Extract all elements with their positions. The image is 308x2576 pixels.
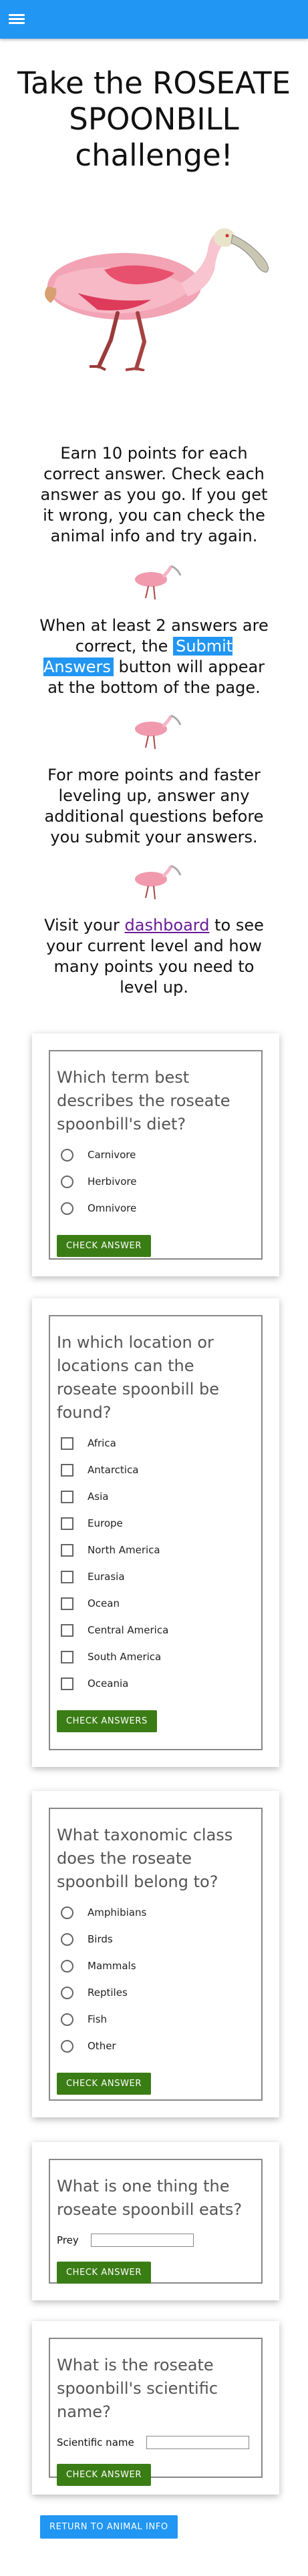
scientific-name-label: Scientific name [57,2436,134,2449]
option-other[interactable]: Other [57,2033,256,2059]
roseate-spoonbill-illustration [45,228,269,371]
question-card-prey: What is one thing the roseate spoonbill … [32,2142,279,2300]
option-fish[interactable]: Fish [57,2006,256,2033]
option-asia[interactable]: Asia [57,1483,256,1510]
page-title: Take the ROSEATE SPOONBILL challenge! [17,65,291,173]
option-birds[interactable]: Birds [57,1926,256,1953]
option-europe[interactable]: Europe [57,1510,256,1537]
radio-button[interactable] [61,1986,73,1999]
question-text: Which term best describes the roseate sp… [57,1068,230,1133]
checkbox[interactable] [61,1650,73,1663]
prey-input[interactable] [90,2234,194,2247]
checkbox[interactable] [61,1623,73,1637]
option-eurasia[interactable]: Eurasia [57,1563,256,1590]
option-omnivore[interactable]: Omnivore [57,1195,256,1222]
radio-button[interactable] [61,2013,73,2026]
intro-submit-text: When at least 2 answers are correct, the… [39,616,269,697]
check-answer-button[interactable]: CHECK ANSWER [57,2464,151,2486]
question-card-location: In which location or locations can the r… [32,1298,279,1767]
checkbox[interactable] [61,1570,73,1583]
radio-button[interactable] [61,1933,73,1946]
hamburger-menu-icon[interactable] [9,12,25,27]
radio-button[interactable] [61,1148,73,1162]
spoonbill-small-icon [135,864,182,900]
checkbox[interactable] [61,1437,73,1450]
question-text: What is the roseate spoonbill's scientif… [57,2356,218,2421]
top-app-bar [0,0,308,39]
checkbox[interactable] [61,1490,73,1503]
option-ocean[interactable]: Ocean [57,1590,256,1617]
option-south-america[interactable]: South America [57,1643,256,1670]
checkbox[interactable] [61,1517,73,1530]
intro-dashboard-text: Visit your dashboard to see your current… [44,916,264,997]
check-answer-button[interactable]: CHECK ANSWER [57,2073,151,2095]
intro-points-text: Earn 10 points for each correct answer. … [40,444,268,545]
checkbox[interactable] [61,1677,73,1690]
spoonbill-small-icon [135,714,182,750]
option-mammals[interactable]: Mammals [57,1953,256,1979]
prey-field-row: Prey [57,2227,256,2254]
option-herbivore[interactable]: Herbivore [57,1168,256,1195]
question-card-taxonomic-class: What taxonomic class does the roseate sp… [32,1791,279,2117]
option-oceania[interactable]: Oceania [57,1670,256,1697]
scientific-name-input[interactable] [146,2436,249,2449]
check-answer-button[interactable]: CHECK ANSWER [57,1235,151,1257]
question-text: What is one thing the roseate spoonbill … [57,2177,243,2219]
option-north-america[interactable]: North America [57,1537,256,1563]
checkbox[interactable] [61,1543,73,1557]
option-carnivore[interactable]: Carnivore [57,1141,256,1168]
return-to-animal-info-button[interactable]: RETURN TO ANIMAL INFO [40,2515,178,2539]
radio-button[interactable] [61,1959,73,1973]
checkbox[interactable] [61,1597,73,1610]
question-text: What taxonomic class does the roseate sp… [57,1826,233,1891]
radio-button[interactable] [61,2039,73,2053]
option-antarctica[interactable]: Antarctica [57,1457,256,1483]
option-central-america[interactable]: Central America [57,1617,256,1643]
check-answers-button[interactable]: CHECK ANSWERS [57,1710,157,1732]
question-text: In which location or locations can the r… [57,1333,219,1422]
option-africa[interactable]: Africa [57,1430,256,1457]
intro-more-points-text: For more points and faster leveling up, … [44,766,264,846]
spoonbill-small-icon [135,565,182,600]
check-answer-button[interactable]: CHECK ANSWER [57,2262,151,2284]
question-card-scientific-name: What is the roseate spoonbill's scientif… [32,2321,279,2495]
dashboard-link[interactable]: dashboard [125,916,210,935]
radio-button[interactable] [61,1175,73,1188]
radio-button[interactable] [61,1906,73,1919]
option-reptiles[interactable]: Reptiles [57,1979,256,2006]
prey-label: Prey [57,2234,79,2246]
question-card-diet: Which term best describes the roseate sp… [32,1033,279,1276]
scientific-name-field-row: Scientific name [57,2429,256,2456]
option-amphibians[interactable]: Amphibians [57,1899,256,1926]
checkbox[interactable] [61,1463,73,1477]
radio-button[interactable] [61,1202,73,1215]
